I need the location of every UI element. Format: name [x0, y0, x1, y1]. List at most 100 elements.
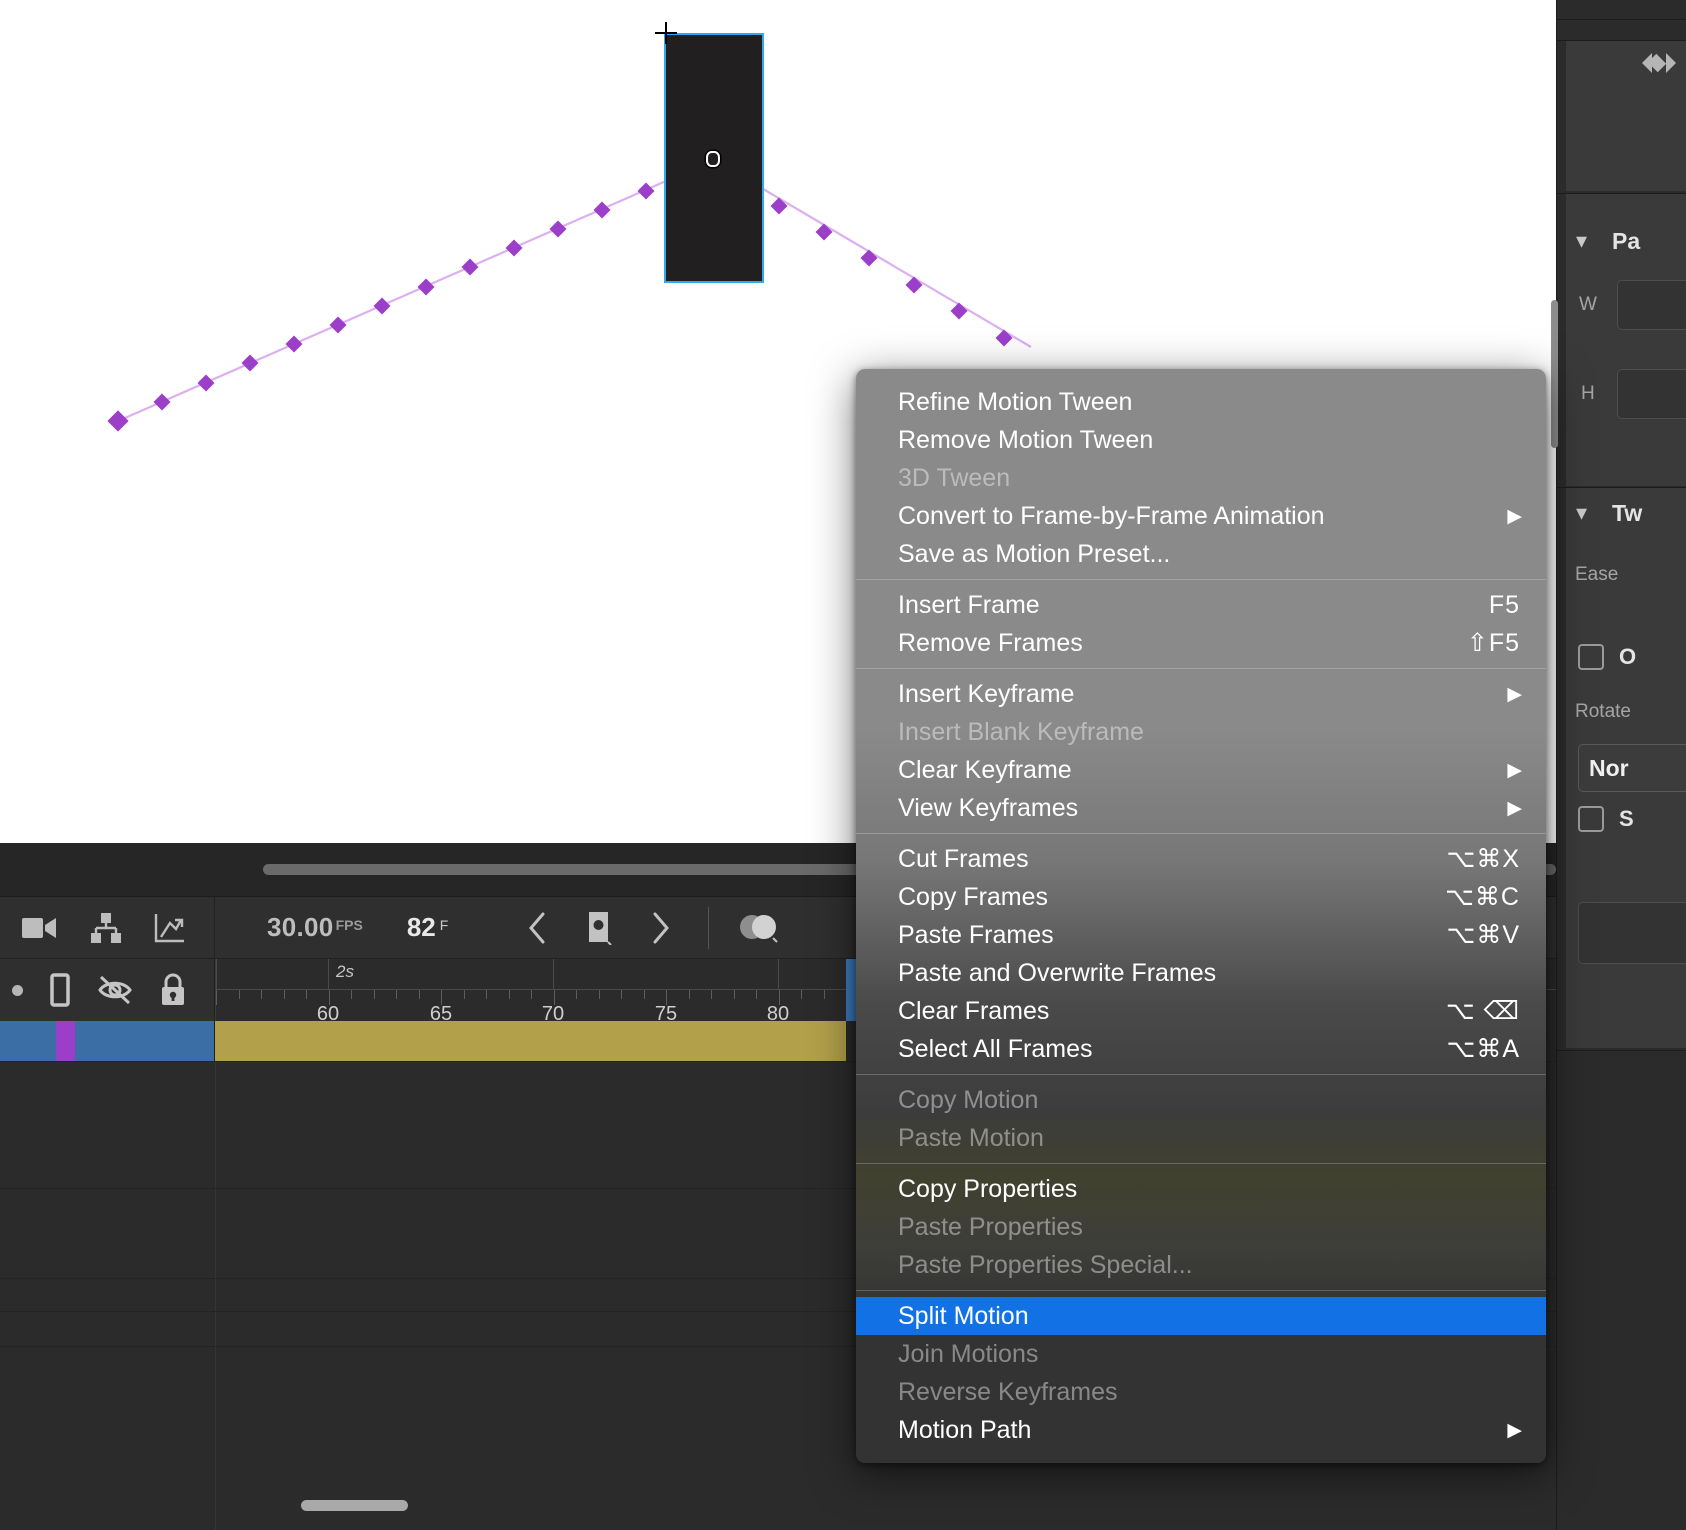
ease-label: Ease: [1575, 564, 1618, 586]
menu-item-3d-tween: 3D Tween: [856, 459, 1546, 497]
orient-to-path-checkbox[interactable]: [1578, 644, 1604, 670]
menu-item-label: Paste Properties: [898, 1213, 1083, 1242]
menu-item-split-motion[interactable]: Split Motion: [856, 1297, 1546, 1335]
tween-extra-field[interactable]: [1578, 902, 1686, 964]
timeline-horizontal-scrollbar[interactable]: [301, 1500, 408, 1511]
layer-parenting-icon[interactable]: [90, 913, 122, 943]
current-frame-value[interactable]: 82F: [363, 912, 448, 943]
menu-item-label: Join Motions: [898, 1340, 1038, 1369]
menu-item-label: View Keyframes: [898, 794, 1078, 823]
sync-checkbox[interactable]: [1578, 806, 1604, 832]
menu-item-shortcut: ⇧F5: [1467, 628, 1520, 658]
width-field[interactable]: [1617, 280, 1686, 330]
menu-group: Insert Keyframe ▶ Insert Blank Keyframe Cle…: [856, 675, 1546, 827]
ruler-tick: [374, 990, 375, 999]
menu-item-paste-frames[interactable]: Paste Frames⌥⌘V: [856, 916, 1546, 954]
menu-item-shortcut: ⌥⌘X: [1447, 844, 1520, 874]
menu-item-label: Cut Frames: [898, 845, 1029, 874]
next-keyframe-icon[interactable]: [650, 912, 672, 944]
menu-divider: [856, 668, 1546, 669]
properties-panel-scrollbar[interactable]: [1551, 300, 1558, 448]
menu-item-reverse-keyframes: Reverse Keyframes: [856, 1373, 1546, 1411]
menu-item-insert-blank-keyframe: Insert Blank Keyframe: [856, 713, 1546, 751]
rotate-select[interactable]: Nor: [1578, 744, 1686, 792]
layer-dot-icon[interactable]: [12, 985, 23, 996]
submenu-arrow-icon: ▶: [1507, 797, 1522, 820]
menu-item-join-motions: Join Motions: [856, 1335, 1546, 1373]
menu-item-label: Convert to Frame-by-Frame Animation: [898, 502, 1325, 531]
chevron-down-icon[interactable]: ▾: [1576, 228, 1587, 254]
ruler-tick: [531, 990, 532, 999]
menu-item-label: Save as Motion Preset...: [898, 540, 1170, 569]
menu-item-shortcut: ⌥⌘C: [1445, 882, 1520, 912]
menu-item-convert-to-frame-by-frame-animation[interactable]: Convert to Frame-by-Frame Animation ▶: [856, 497, 1546, 535]
menu-item-view-keyframes[interactable]: View Keyframes ▶: [856, 789, 1546, 827]
menu-item-label: Refine Motion Tween: [898, 388, 1132, 417]
submenu-arrow-icon: ▶: [1507, 759, 1522, 782]
menu-item-label: Remove Motion Tween: [898, 426, 1153, 455]
sync-label: S: [1619, 806, 1634, 832]
menu-item-remove-frames[interactable]: Remove Frames ⇧F5: [856, 624, 1546, 662]
menu-divider: [856, 833, 1546, 834]
section-title-tweening: Tw: [1612, 500, 1642, 527]
ruler-tick: [711, 990, 712, 999]
width-label: W: [1579, 294, 1597, 316]
orient-label: O: [1619, 644, 1636, 670]
height-label: H: [1581, 383, 1595, 405]
menu-item-save-as-motion-preset[interactable]: Save as Motion Preset...: [856, 535, 1546, 573]
menu-item-copy-frames[interactable]: Copy Frames⌥⌘C: [856, 878, 1546, 916]
properties-panel: ▾ Pa W H ▾ Tw Ease O Rotate Nor S: [1556, 0, 1686, 1530]
menu-item-label: Insert Keyframe: [898, 680, 1074, 709]
menu-item-clear-frames[interactable]: Clear Frames⌥ ⌫: [856, 992, 1546, 1030]
insert-keyframe-icon[interactable]: [586, 911, 612, 945]
submenu-arrow-icon: ▶: [1507, 505, 1522, 528]
menu-item-copy-properties[interactable]: Copy Properties: [856, 1170, 1546, 1208]
menu-item-motion-path[interactable]: Motion Path▶: [856, 1411, 1546, 1449]
timeline-context-menu[interactable]: Refine Motion Tween Remove Motion Tween 3D…: [856, 369, 1546, 1463]
menu-item-cut-frames[interactable]: Cut Frames ⌥⌘X: [856, 840, 1546, 878]
menu-item-copy-motion: Copy Motion: [856, 1081, 1546, 1119]
layer-type-icon[interactable]: [49, 973, 71, 1007]
menu-item-label: Motion Path: [898, 1416, 1031, 1445]
menu-item-insert-keyframe[interactable]: Insert Keyframe ▶: [856, 675, 1546, 713]
menu-item-select-all-frames[interactable]: Select All Frames⌥⌘A: [856, 1030, 1546, 1068]
transform-point-icon[interactable]: [706, 151, 720, 167]
layer-header-icons: [0, 959, 215, 1021]
menu-item-paste-properties-special: Paste Properties Special...: [856, 1246, 1546, 1284]
ruler-tick: [419, 990, 420, 999]
lock-layer-icon[interactable]: [159, 973, 187, 1007]
ruler-frame-label: 70: [542, 1003, 564, 1021]
graph-editor-icon[interactable]: [154, 913, 186, 943]
layer-keyframe-marker: [56, 1021, 75, 1061]
motion-tween-span[interactable]: [215, 1021, 846, 1061]
onion-skin-icon[interactable]: [739, 911, 781, 945]
fps-value[interactable]: 30.00FPS: [267, 912, 363, 943]
ruler-frame-label: 65: [430, 1003, 452, 1021]
menu-divider: [856, 1074, 1546, 1075]
menu-item-remove-motion-tween[interactable]: Remove Motion Tween: [856, 421, 1546, 459]
ruler-tick: [621, 990, 622, 999]
hide-layer-icon[interactable]: [97, 975, 133, 1005]
ruler-second-label: 2s: [336, 962, 354, 982]
menu-item-paste-and-overwrite-frames[interactable]: Paste and Overwrite Frames: [856, 954, 1546, 992]
menu-item-clear-keyframe[interactable]: Clear Keyframe▶: [856, 751, 1546, 789]
height-field[interactable]: [1617, 369, 1686, 419]
menu-item-label: Insert Blank Keyframe: [898, 718, 1144, 747]
menu-item-refine-motion-tween[interactable]: Refine Motion Tween: [856, 383, 1546, 421]
menu-group: Refine Motion Tween Remove Motion Tween 3D…: [856, 383, 1546, 573]
ruler-tick: [216, 990, 217, 1005]
menu-item-insert-frame[interactable]: Insert FrameF5: [856, 586, 1546, 624]
previous-keyframe-icon[interactable]: [526, 912, 548, 944]
menu-item-label: Remove Frames: [898, 629, 1083, 658]
menu-item-label: Paste Frames: [898, 921, 1054, 950]
rotate-label: Rotate: [1575, 701, 1631, 723]
menu-item-label: 3D Tween: [898, 464, 1010, 493]
ruler-tick: [576, 990, 577, 999]
menu-item-shortcut: ⌥⌘A: [1447, 1034, 1520, 1064]
submenu-arrow-icon: ▶: [1507, 683, 1522, 706]
layer-row-selected[interactable]: [0, 1021, 215, 1061]
chevron-down-icon[interactable]: ▾: [1576, 500, 1587, 526]
ruler-tick: [689, 990, 690, 999]
swap-symbol-icon[interactable]: [1632, 45, 1678, 86]
camera-icon[interactable]: [22, 915, 58, 941]
